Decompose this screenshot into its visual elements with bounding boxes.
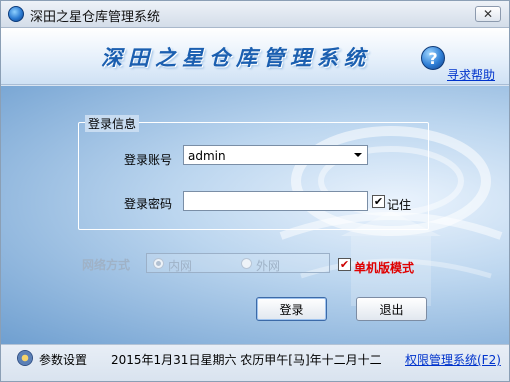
login-info-legend: 登录信息 [85, 115, 140, 132]
standalone-mode-label: 单机版模式 [354, 261, 415, 275]
login-window: 深田之星仓库管理系统 ✕ 深田之星仓库管理系统 ? 寻求帮助 登录信息 登录账号… [0, 0, 510, 382]
chevron-down-icon[interactable] [354, 153, 362, 157]
radio-intranet[interactable] [153, 258, 164, 269]
header-banner: 深田之星仓库管理系统 ? 寻求帮助 [1, 28, 509, 85]
account-value: admin [188, 149, 226, 163]
rights-management-link[interactable]: 权限管理系统(F2) [405, 351, 501, 368]
help-link[interactable]: 寻求帮助 [447, 66, 495, 83]
radio-internet-label: 外网 [256, 259, 281, 273]
standalone-checkbox[interactable]: ✔ [338, 258, 351, 271]
account-combobox[interactable]: admin [183, 145, 368, 165]
exit-button[interactable]: 退出 [356, 297, 427, 321]
date-display: 2015年1月31日星期六 农历甲午[马]年十二月十二 [111, 353, 382, 367]
radio-internet[interactable] [241, 258, 252, 269]
remember-label: 记住 [387, 198, 412, 212]
title-bar[interactable]: 深田之星仓库管理系统 ✕ [1, 1, 509, 28]
radio-intranet-label: 内网 [168, 259, 193, 273]
password-field[interactable] [183, 191, 368, 211]
banner-title: 深田之星仓库管理系统 [101, 45, 371, 70]
close-icon: ✕ [482, 7, 494, 21]
app-globe-icon [8, 6, 24, 22]
settings-label[interactable]: 参数设置 [39, 351, 87, 368]
network-mode-box: 内网 外网 [146, 253, 330, 273]
window-title: 深田之星仓库管理系统 [30, 10, 161, 25]
close-button[interactable]: ✕ [475, 6, 501, 22]
network-mode-label: 网络方式 [82, 258, 131, 272]
remember-checkbox[interactable]: ✔ [372, 195, 385, 208]
help-question-icon[interactable]: ? [421, 46, 445, 70]
account-label: 登录账号 [124, 153, 173, 167]
login-button[interactable]: 登录 [256, 297, 327, 321]
settings-gear-icon[interactable] [17, 350, 33, 366]
password-label: 登录密码 [124, 197, 173, 211]
login-info-group [78, 122, 429, 230]
